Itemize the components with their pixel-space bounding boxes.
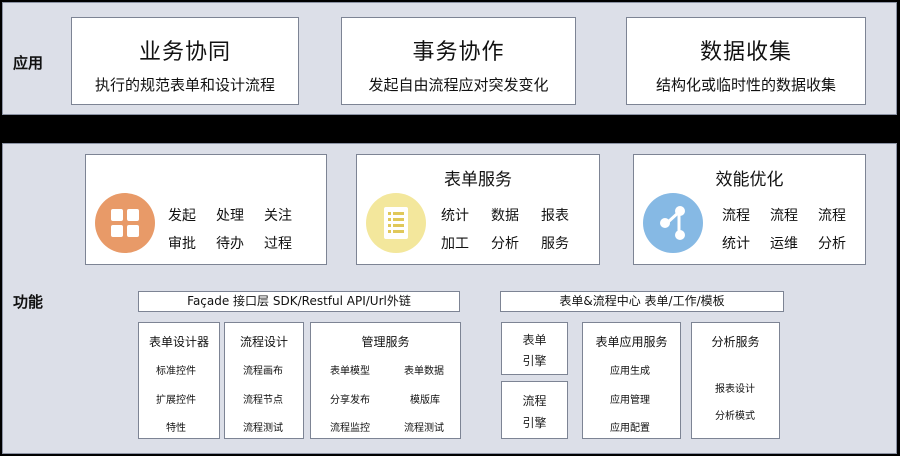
form-designer-title: 表单设计器 [148, 335, 209, 349]
app-card-subtitle: 结构化或临时性的数据收集 [655, 76, 836, 94]
flow-engine-line1: 流程 [522, 394, 547, 408]
grid-icon [95, 193, 155, 253]
management-service-title: 管理服务 [361, 335, 410, 349]
form-designer-box: 表单设计器 标准控件 扩展控件 特性 [138, 322, 220, 439]
flow-design-item: 流程节点 [243, 395, 283, 406]
analysis-service-title: 分析服务 [711, 335, 760, 349]
function-band: 功能 发起 处理 关注 审批 待办 过程 表单服务 统计 数据 报表 加工 分析… [2, 143, 897, 454]
feature-items: 发起 处理 关注 审批 待办 过程 [168, 205, 292, 253]
form-app-item: 应用管理 [610, 395, 650, 406]
form-engine-box: 表单 引擎 [501, 322, 568, 375]
feature-item: 待办 [216, 236, 244, 252]
flow-nodes-icon [643, 193, 703, 253]
feature-item: 分析 [491, 236, 519, 252]
management-item: 表单数据 [404, 366, 444, 377]
management-item: 模版库 [410, 395, 440, 406]
feature-card-efficiency: 效能优化 流程 流程 流程 统计 运维 分析 [633, 154, 866, 265]
form-engine-line1: 表单 [522, 333, 547, 347]
app-card-data-collection: 数据收集 结构化或临时性的数据收集 [626, 17, 866, 105]
feature-items: 统计 数据 报表 加工 分析 服务 [441, 205, 569, 253]
analysis-service-box: 分析服务 报表设计 分析模式 [691, 322, 780, 439]
feature-item: 分析 [818, 236, 846, 252]
app-card-title: 业务协同 [138, 40, 231, 65]
flow-engine-box: 流程 引擎 [501, 381, 568, 439]
feature-item: 过程 [264, 236, 292, 252]
feature-item: 运维 [770, 236, 798, 252]
feature-item: 流程 [818, 208, 846, 224]
management-item: 分享发布 [330, 395, 370, 406]
form-designer-item: 特性 [166, 423, 186, 434]
feature-item: 审批 [168, 236, 196, 252]
application-label: 应用 [13, 54, 44, 72]
management-service-box: 管理服务 表单模型 表单数据 分享发布 模版库 流程监控 流程测试 [310, 322, 461, 439]
management-item: 表单模型 [330, 366, 370, 377]
function-label: 功能 [13, 293, 44, 311]
feature-card-title: 表单服务 [444, 170, 512, 190]
feature-item: 流程 [770, 208, 798, 224]
management-item: 流程测试 [404, 423, 444, 434]
form-engine-line2: 引擎 [522, 354, 547, 368]
form-app-service-title: 表单应用服务 [595, 335, 668, 349]
app-card-subtitle: 发起自由流程应对突发变化 [368, 76, 549, 94]
feature-card-title: 效能优化 [715, 170, 784, 190]
feature-items: 流程 流程 流程 统计 运维 分析 [722, 205, 846, 253]
feature-card-form-service: 表单服务 统计 数据 报表 加工 分析 服务 [356, 154, 600, 265]
feature-item: 流程 [722, 208, 750, 224]
flow-design-title: 流程设计 [239, 335, 288, 349]
flow-design-box: 流程设计 流程画布 流程节点 流程测试 [224, 322, 304, 439]
flow-engine-line2: 引擎 [522, 416, 547, 430]
feature-item: 处理 [216, 208, 244, 224]
form-app-item: 应用配置 [610, 423, 650, 434]
architecture-diagram: 应用 业务协同 执行的规范表单和设计流程 事务协作 发起自由流程应对突发变化 数… [0, 0, 900, 456]
form-designer-item: 标准控件 [156, 366, 196, 377]
form-designer-item: 扩展控件 [156, 395, 196, 406]
feature-item: 统计 [441, 208, 469, 224]
management-item: 流程监控 [330, 423, 370, 434]
feature-item: 报表 [541, 208, 569, 224]
feature-item: 发起 [168, 208, 196, 224]
flow-design-item: 流程测试 [243, 423, 283, 434]
feature-item: 数据 [491, 208, 519, 224]
feature-item: 关注 [264, 208, 292, 224]
flow-design-item: 流程画布 [243, 366, 283, 377]
analysis-item: 报表设计 [715, 384, 755, 395]
app-card-title: 数据收集 [699, 40, 792, 65]
app-card-business-collaboration: 业务协同 执行的规范表单和设计流程 [71, 17, 299, 105]
feature-item: 统计 [722, 236, 750, 252]
facade-layer-header: Façade 接口层 SDK/Restful API/Url外链 [138, 291, 460, 312]
application-band: 应用 业务协同 执行的规范表单和设计流程 事务协作 发起自由流程应对突发变化 数… [2, 2, 897, 115]
app-card-affair-collaboration: 事务协作 发起自由流程应对突发变化 [341, 17, 576, 105]
analysis-item: 分析模式 [715, 411, 755, 422]
feature-item: 加工 [441, 236, 469, 252]
app-card-subtitle: 执行的规范表单和设计流程 [94, 76, 275, 94]
form-list-icon [366, 193, 426, 253]
form-flow-center-header: 表单&流程中心 表单/工作/模板 [500, 291, 784, 312]
form-app-service-box: 表单应用服务 应用生成 应用管理 应用配置 [582, 322, 681, 439]
app-card-title: 事务协作 [412, 40, 505, 65]
feature-card-workflow: 发起 处理 关注 审批 待办 过程 [85, 154, 327, 265]
feature-item: 服务 [541, 236, 569, 252]
form-app-item: 应用生成 [610, 366, 650, 377]
